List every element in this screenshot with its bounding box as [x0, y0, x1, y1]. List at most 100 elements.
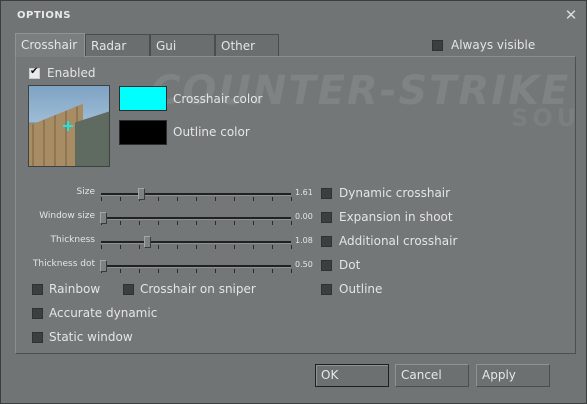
option-checkbox[interactable]	[123, 284, 134, 295]
slider-tick	[272, 197, 273, 201]
outline-color-label: Outline color	[173, 125, 250, 139]
slider-tick	[120, 197, 121, 201]
slider-value: 0.00	[295, 212, 313, 221]
slider-track[interactable]	[101, 265, 291, 268]
apply-button-label: Apply	[482, 368, 516, 382]
slider-tick	[196, 269, 197, 273]
slider-tick	[253, 221, 254, 225]
ok-button-label: OK	[321, 368, 339, 382]
option-label: Accurate dynamic	[49, 306, 158, 320]
option-checkbox[interactable]	[32, 332, 43, 343]
option-checkbox[interactable]	[321, 260, 332, 271]
slider-tick	[272, 269, 273, 273]
slider-thumb[interactable]	[100, 212, 107, 224]
outline-color-swatch[interactable]	[119, 120, 167, 145]
tab-label: Crosshair	[21, 38, 78, 52]
always-visible-checkbox[interactable]	[432, 40, 443, 51]
option-checkbox[interactable]	[32, 308, 43, 319]
slider-track[interactable]	[101, 241, 291, 244]
slider-label: Size	[76, 187, 95, 197]
option-label: Outline	[339, 282, 383, 296]
slider-track[interactable]	[101, 193, 291, 196]
slider-tick	[158, 269, 159, 273]
cancel-button-label: Cancel	[401, 368, 442, 382]
tab-label: Radar	[91, 39, 127, 53]
slider-label: Thickness	[50, 235, 95, 245]
tab-radar[interactable]: Radar	[85, 34, 150, 56]
slider-value: 1.08	[295, 236, 313, 245]
window-title: OPTIONS	[17, 10, 71, 21]
option-label: Static window	[49, 330, 133, 344]
background-logo-sub: SOU	[511, 104, 581, 132]
option-label: Crosshair on sniper	[140, 282, 256, 296]
slider-value: 1.61	[295, 188, 313, 197]
slider-tick	[120, 221, 121, 225]
option-label: Additional crosshair	[339, 234, 458, 248]
slider-thumb[interactable]	[144, 236, 151, 248]
slider-tick	[291, 221, 292, 225]
slider-tick	[177, 245, 178, 249]
always-visible-label: Always visible	[451, 38, 536, 52]
slider-tick	[291, 197, 292, 201]
slider-tick	[253, 197, 254, 201]
slider-tick	[272, 245, 273, 249]
slider-tick	[234, 197, 235, 201]
slider-tick	[215, 245, 216, 249]
slider-tick	[253, 245, 254, 249]
slider-tick	[291, 269, 292, 273]
slider-tick	[291, 245, 292, 249]
option-checkbox[interactable]	[32, 284, 43, 295]
option-checkbox[interactable]	[321, 284, 332, 295]
slider-tick	[196, 245, 197, 249]
slider-tick	[215, 221, 216, 225]
slider-tick	[215, 269, 216, 273]
slider-track[interactable]	[101, 217, 291, 220]
apply-button[interactable]: Apply	[476, 364, 550, 387]
slider-tick	[139, 221, 140, 225]
crosshair-preview	[28, 85, 110, 167]
enabled-label: Enabled	[47, 66, 96, 80]
tab-crosshair[interactable]: Crosshair	[15, 33, 85, 57]
slider-tick	[215, 197, 216, 201]
option-label: Expansion in shoot	[339, 210, 453, 224]
options-window: OPTIONS ✕ Crosshair Radar Gui Other Alwa…	[0, 0, 587, 404]
slider-tick	[120, 269, 121, 273]
ok-button[interactable]: OK	[315, 364, 389, 387]
enabled-checkbox[interactable]	[29, 66, 40, 79]
slider-label: Thickness dot	[32, 259, 95, 269]
slider-tick	[234, 245, 235, 249]
crosshair-color-swatch[interactable]	[119, 86, 167, 111]
slider-tick	[272, 221, 273, 225]
slider-tick	[120, 245, 121, 249]
option-checkbox[interactable]	[321, 212, 332, 223]
option-label: Dot	[339, 258, 361, 272]
slider-tick	[234, 269, 235, 273]
slider-tick	[139, 245, 140, 249]
slider-tick	[177, 197, 178, 201]
slider-tick	[158, 245, 159, 249]
tab-label: Gui	[156, 39, 177, 53]
slider-tick	[234, 221, 235, 225]
title-bar[interactable]: OPTIONS ✕	[1, 1, 586, 31]
slider-tick	[196, 221, 197, 225]
tab-label: Other	[221, 39, 256, 53]
option-checkbox[interactable]	[321, 188, 332, 199]
close-icon[interactable]: ✕	[563, 7, 579, 23]
slider-tick	[177, 221, 178, 225]
option-checkbox[interactable]	[321, 236, 332, 247]
slider-tick	[101, 245, 102, 249]
option-label: Rainbow	[49, 282, 101, 296]
option-label: Dynamic crosshair	[339, 186, 451, 200]
slider-thumb[interactable]	[100, 260, 107, 272]
slider-label: Window size	[39, 211, 95, 221]
slider-tick	[177, 269, 178, 273]
slider-tick	[158, 197, 159, 201]
crosshair-color-label: Crosshair color	[173, 92, 263, 106]
tab-other[interactable]: Other	[215, 34, 279, 56]
preview-crosshair-vertical	[67, 121, 69, 131]
cancel-button[interactable]: Cancel	[395, 364, 469, 387]
tab-gui[interactable]: Gui	[150, 34, 215, 56]
slider-value: 0.50	[295, 260, 313, 269]
slider-tick	[101, 197, 102, 201]
slider-thumb[interactable]	[138, 188, 145, 200]
